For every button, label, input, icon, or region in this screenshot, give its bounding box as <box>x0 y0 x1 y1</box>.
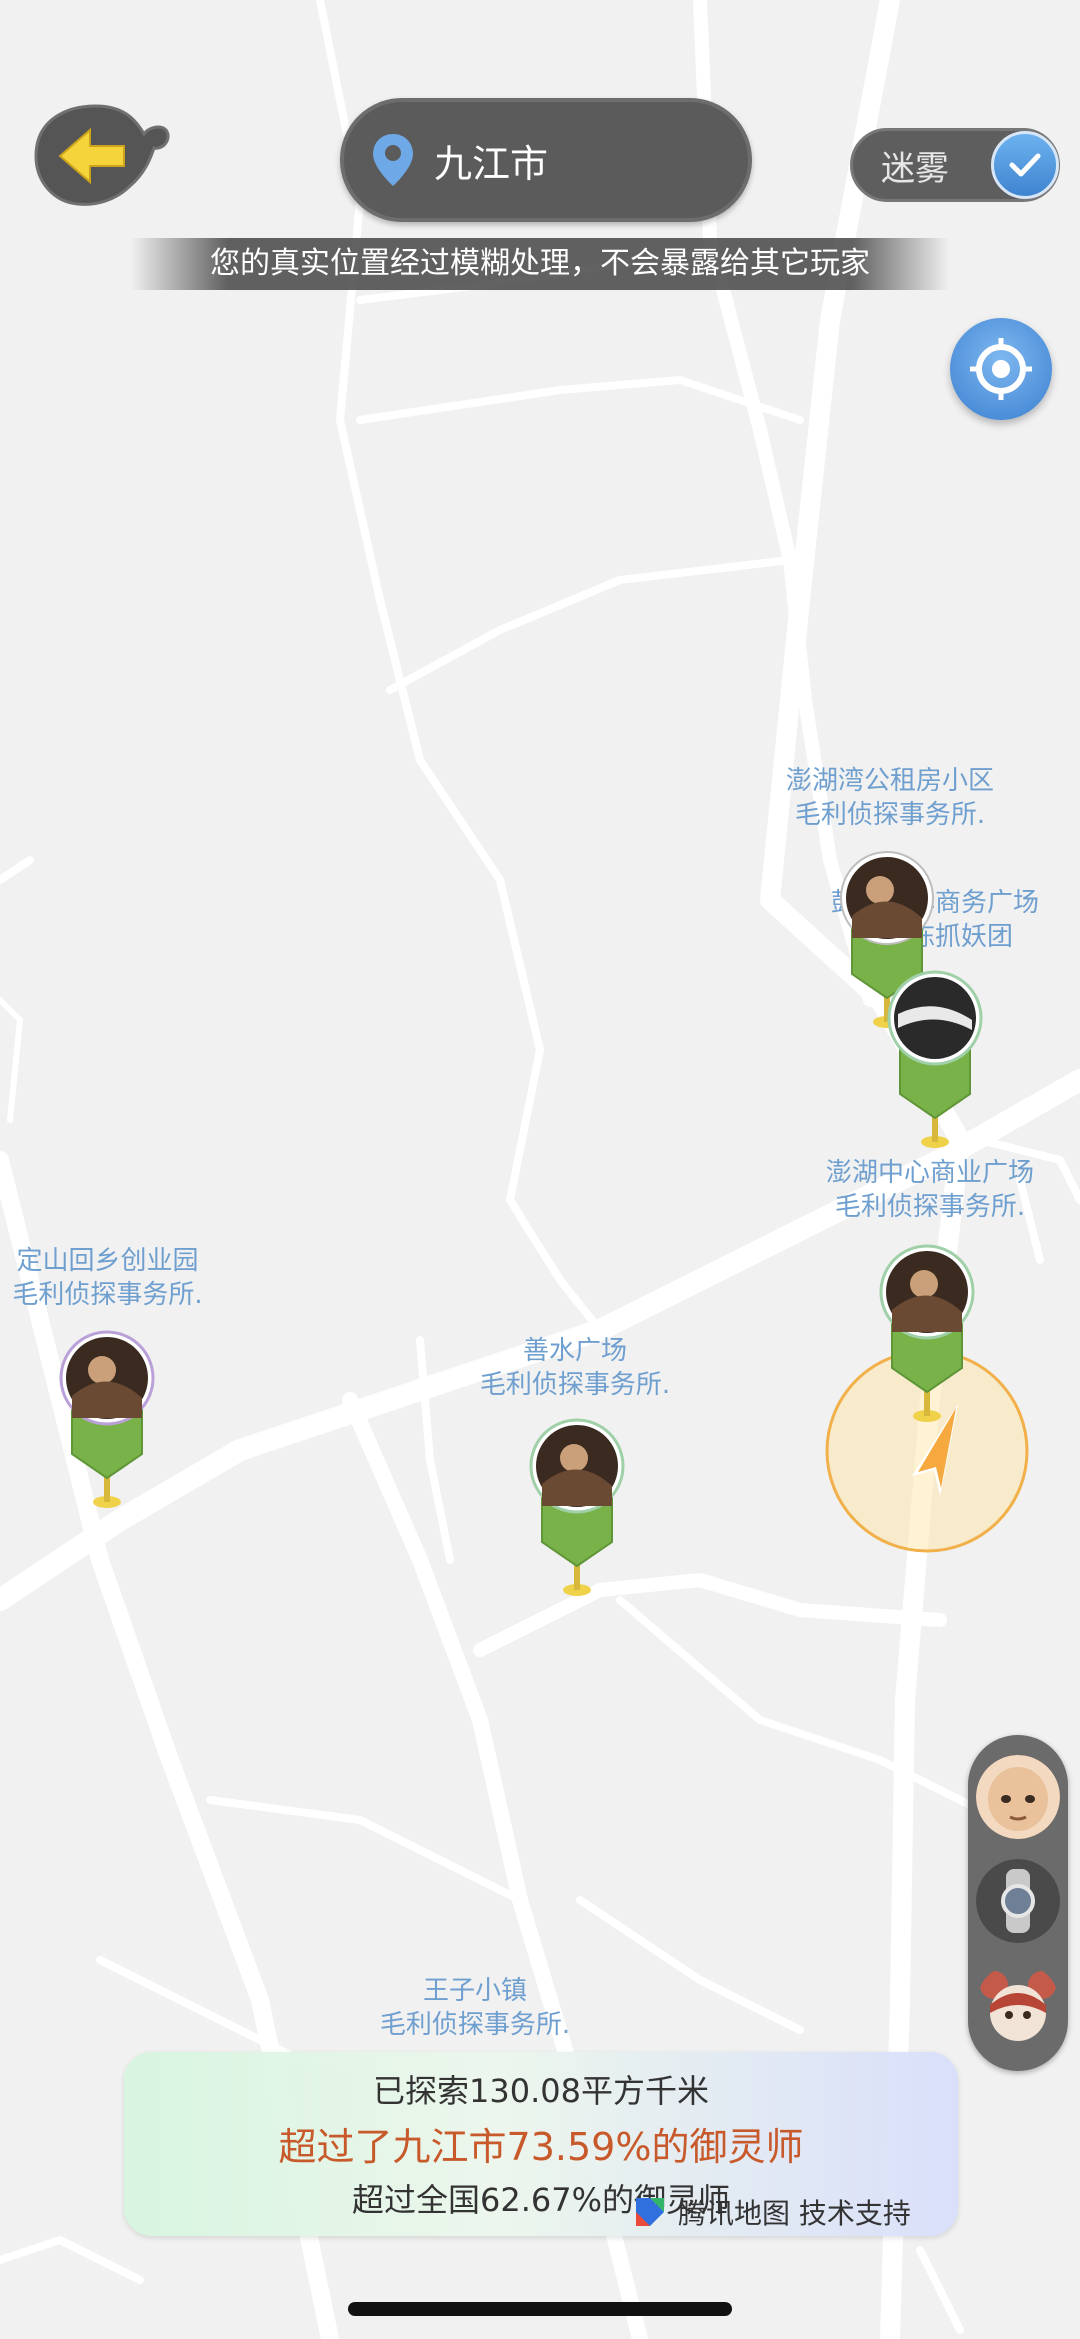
poi-place: 王子小镇 <box>422 1976 527 2006</box>
poi-label: 善水广场 毛利侦探事务所. <box>450 1334 700 1402</box>
character-avatar[interactable] <box>976 1859 1060 1943</box>
character-avatar[interactable] <box>976 1755 1060 1839</box>
explored-area: 已探索130.08平方千米 <box>373 2072 709 2110</box>
back-button[interactable] <box>26 100 170 212</box>
poi-place: 善水广场 <box>522 1336 627 1366</box>
home-indicator[interactable] <box>348 2302 732 2316</box>
credit-text: 腾讯地图 技术支持 <box>678 2197 911 2230</box>
privacy-notice: 您的真实位置经过模糊处理，不会暴露给其它玩家 <box>130 238 950 290</box>
character-panel <box>968 1735 1068 2071</box>
map-marker[interactable] <box>872 1240 982 1430</box>
fog-label: 迷雾 <box>881 148 949 189</box>
poi-label: 定山回乡创业园 毛利侦探事务所. <box>0 1244 215 1312</box>
map-marker[interactable] <box>52 1326 162 1516</box>
check-icon <box>991 131 1059 199</box>
poi-label: 王子小镇 毛利侦探事务所. <box>350 1974 600 2042</box>
locate-target-icon <box>970 338 1032 400</box>
map-marker[interactable] <box>522 1414 632 1604</box>
city-selector[interactable]: 九江市 <box>340 98 752 222</box>
character-avatar[interactable] <box>976 1963 1060 2047</box>
map-credit: 腾讯地图 技术支持 <box>632 2192 911 2232</box>
poi-team: 毛利侦探事务所. <box>479 1370 671 1400</box>
poi-team: 毛利侦探事务所. <box>794 800 986 830</box>
poi-label: 澎湖湾公租房小区 毛利侦探事务所. <box>760 764 1020 832</box>
city-rank: 超过了九江市73.59%的御灵师 <box>278 2125 804 2169</box>
poi-team: 毛利侦探事务所. <box>12 1280 203 1310</box>
locate-button[interactable] <box>950 318 1052 420</box>
poi-place: 定山回乡创业园 <box>16 1246 199 1276</box>
poi-place: 澎湖湾公租房小区 <box>785 766 994 796</box>
poi-team: 毛利侦探事务所. <box>834 1192 1026 1222</box>
location-pin-icon <box>373 134 413 186</box>
city-name: 九江市 <box>434 141 549 186</box>
poi-label: 澎湖中心商业广场 毛利侦探事务所. <box>800 1156 1060 1224</box>
fog-toggle[interactable]: 迷雾 <box>850 128 1060 202</box>
poi-place: 澎湖中心商业广场 <box>825 1158 1034 1188</box>
poi-team: 毛利侦探事务所. <box>379 2010 571 2040</box>
map-marker[interactable] <box>880 966 990 1156</box>
tencent-map-logo-icon <box>636 2198 664 2226</box>
